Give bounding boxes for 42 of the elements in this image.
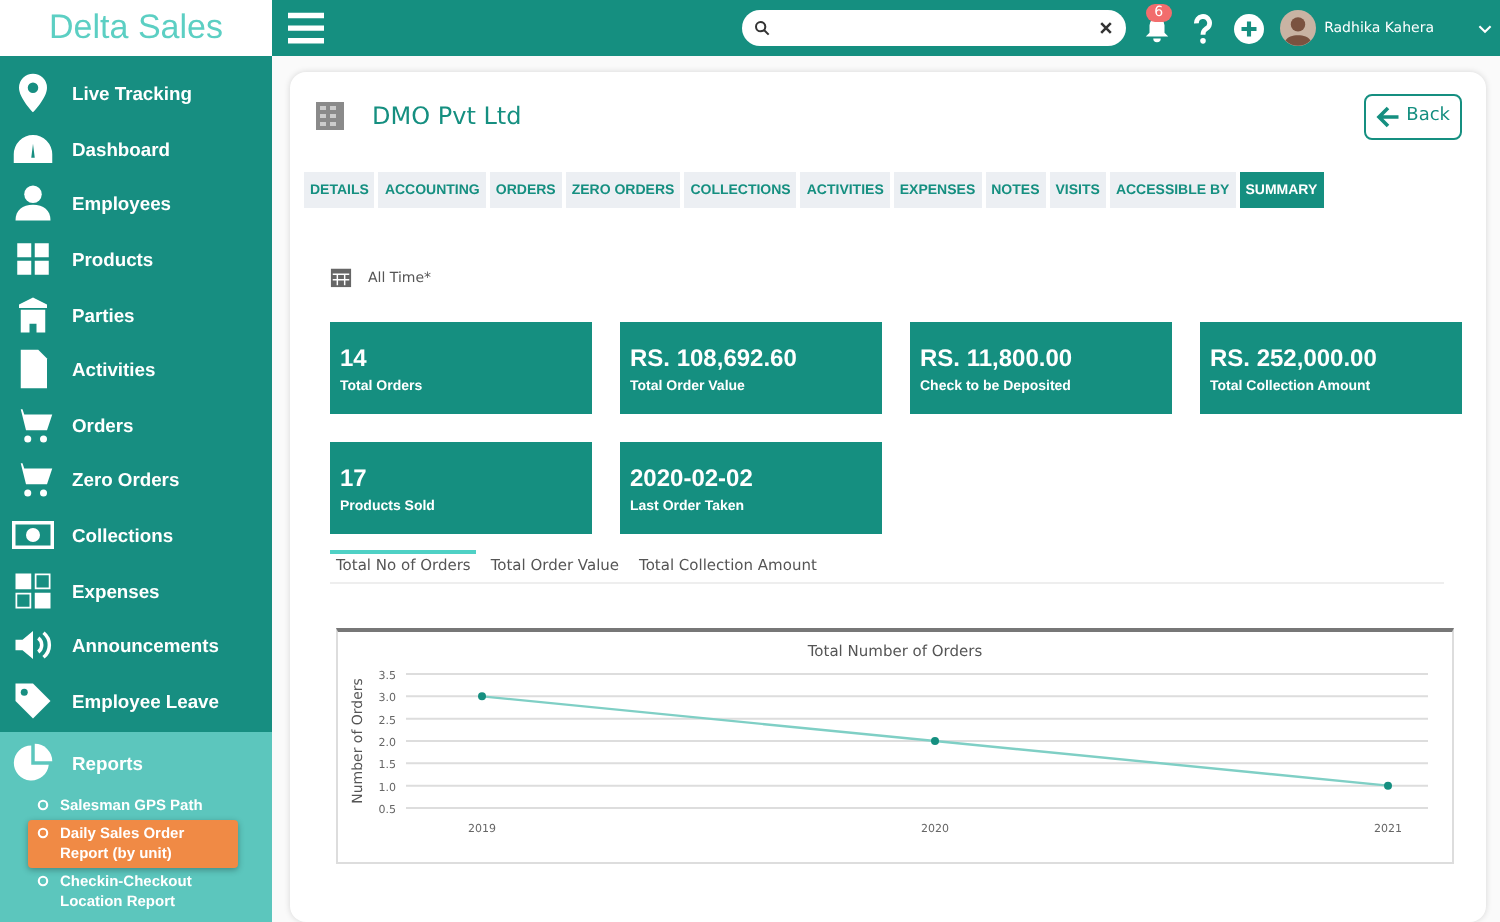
- data-point: [1384, 781, 1392, 790]
- sidebar-item[interactable]: Reports: [72, 752, 143, 775]
- sidebar-item[interactable]: Zero Orders: [72, 468, 180, 491]
- bullet-icon: [36, 798, 50, 813]
- back-button[interactable]: Back: [1364, 93, 1462, 139]
- sidebar-item[interactable]: Orders: [72, 413, 134, 436]
- data-point: [931, 737, 939, 745]
- stat-value: 2020-02-02: [630, 463, 755, 491]
- sidebar-item[interactable]: Live Tracking: [72, 82, 192, 105]
- stat-value: RS. 11,800.00: [920, 343, 1075, 371]
- tag-icon: [12, 679, 54, 722]
- add-icon: [1234, 13, 1265, 43]
- data-point: [478, 692, 486, 701]
- sidebar-item[interactable]: Employee Leave: [72, 689, 219, 712]
- tiles-icon: [12, 569, 54, 612]
- stat-value: 14: [340, 343, 369, 371]
- party-name: DMO Pvt Ltd: [372, 102, 522, 130]
- sidebar-item[interactable]: Employees: [72, 192, 172, 215]
- stat-value: 17: [340, 463, 369, 491]
- search-icon: [754, 20, 771, 36]
- sidebar-item[interactable]: Activities: [72, 358, 156, 381]
- search-field[interactable]: [742, 10, 1127, 46]
- sidebar-item[interactable]: Announcements: [72, 634, 219, 657]
- menu-icon: [288, 11, 324, 45]
- person-icon: [12, 182, 54, 225]
- bullet-icon: [36, 874, 50, 889]
- sidebar-item[interactable]: Expenses: [72, 579, 160, 602]
- sidebar-item[interactable]: Products: [72, 248, 154, 271]
- sidebar-item[interactable]: Collections: [72, 524, 174, 547]
- close-icon: [1098, 20, 1115, 36]
- building-icon: [314, 100, 346, 132]
- bullet-icon: [36, 826, 50, 841]
- stat-value: RS. 252,000.00: [1210, 343, 1379, 371]
- arrow-left-icon: [1376, 105, 1401, 127]
- sidebar-item[interactable]: Parties: [72, 303, 135, 326]
- stat-value: RS. 108,692.60: [630, 343, 799, 371]
- avatar-icon: [1280, 10, 1317, 46]
- grid-icon: [12, 238, 54, 281]
- calendar-icon: [330, 266, 352, 288]
- pie-chart-icon: [12, 742, 54, 785]
- sidebar-item[interactable]: Dashboard: [72, 137, 170, 160]
- caret-icon: [1478, 23, 1492, 33]
